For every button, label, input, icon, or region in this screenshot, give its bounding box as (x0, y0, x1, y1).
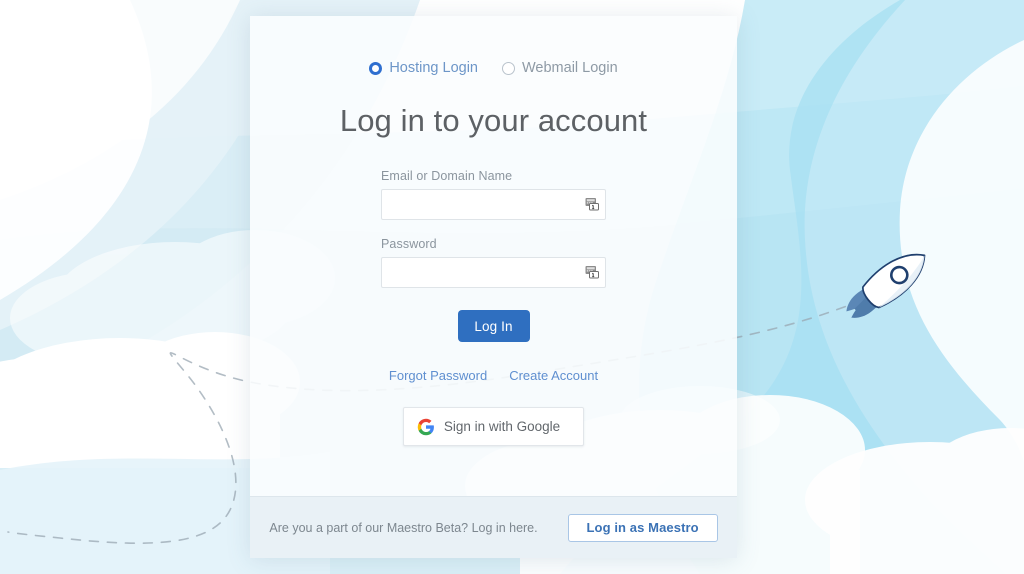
login-form: Email or Domain Name Password Log In (381, 169, 606, 342)
password-input[interactable] (381, 257, 606, 288)
radio-webmail-login[interactable]: Webmail Login (502, 60, 618, 76)
email-input-wrap (381, 189, 606, 220)
login-card: Hosting Login Webmail Login Log in to yo… (250, 16, 737, 558)
password-input-wrap (381, 257, 606, 288)
radio-webmail-login-label: Webmail Login (522, 60, 618, 76)
google-signin-button[interactable]: Sign in with Google (403, 407, 584, 446)
login-type-selector: Hosting Login Webmail Login (250, 60, 737, 76)
maestro-beta-text: Are you a part of our Maestro Beta? Log … (269, 520, 538, 535)
email-field-label: Email or Domain Name (381, 169, 513, 183)
radio-unselected-icon (502, 61, 515, 75)
forgot-password-link[interactable]: Forgot Password (389, 368, 487, 383)
card-footer: Are you a part of our Maestro Beta? Log … (250, 496, 737, 558)
login-submit-button[interactable]: Log In (457, 310, 530, 342)
create-account-link[interactable]: Create Account (509, 368, 598, 383)
page-title: Log in to your account (339, 103, 648, 138)
google-signin-label: Sign in with Google (443, 419, 561, 434)
field-password: Password (381, 237, 606, 288)
login-card-body: Hosting Login Webmail Login Log in to yo… (250, 16, 737, 496)
radio-hosting-login[interactable]: Hosting Login (369, 60, 478, 76)
login-as-maestro-button[interactable]: Log in as Maestro (567, 513, 718, 542)
radio-hosting-login-label: Hosting Login (389, 60, 478, 76)
radio-selected-icon (369, 61, 383, 75)
field-email-or-domain: Email or Domain Name (381, 169, 606, 220)
password-field-label: Password (381, 237, 437, 251)
google-g-icon (417, 418, 434, 435)
auth-links: Forgot Password Create Account (250, 368, 737, 383)
email-input[interactable] (381, 189, 606, 220)
login-page: Hosting Login Webmail Login Log in to yo… (0, 0, 1024, 574)
